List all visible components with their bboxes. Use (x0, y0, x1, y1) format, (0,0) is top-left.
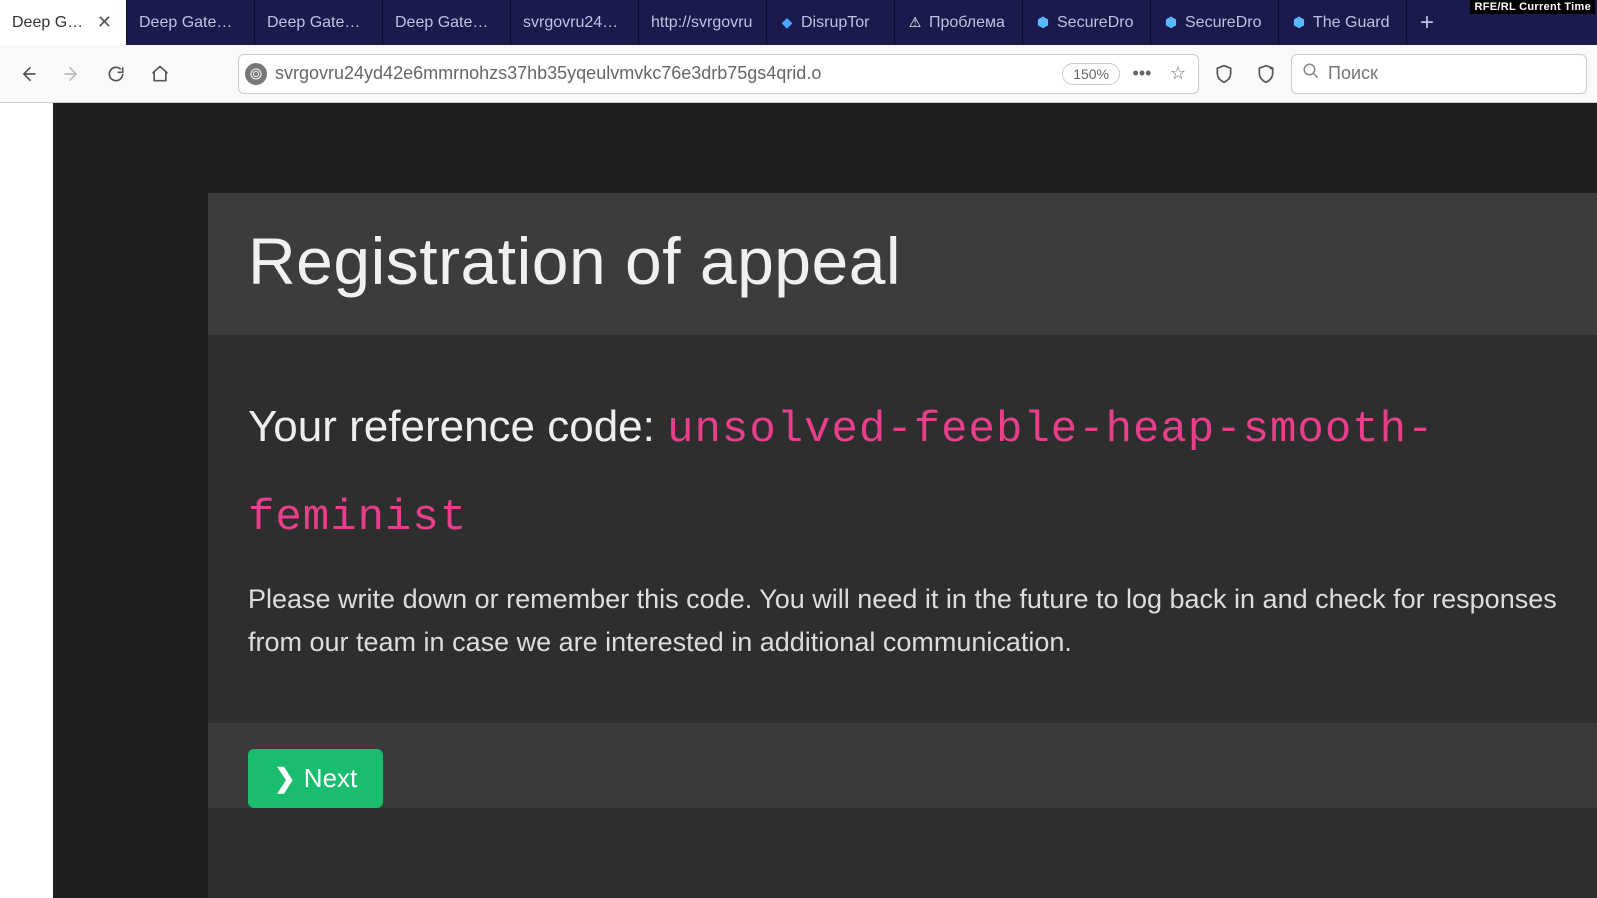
chevron-right-icon: ❯ (274, 763, 296, 794)
registration-card: Registration of appeal Your reference co… (208, 193, 1597, 898)
search-box[interactable] (1291, 54, 1587, 94)
security-level-button[interactable] (1249, 57, 1283, 91)
tab-label: http://svrgovru (651, 14, 754, 32)
bookmark-button[interactable]: ☆ (1164, 60, 1192, 88)
home-icon (150, 64, 170, 84)
tab-disruptor[interactable]: ◆ DisrupTor (767, 0, 895, 45)
close-icon[interactable]: ✕ (95, 12, 114, 33)
forward-button[interactable] (54, 56, 90, 92)
tab-svrgovru[interactable]: svrgovru24yd4 (511, 0, 639, 45)
address-bar[interactable]: svrgovru24yd42e6mmrnohzs37hb35yqeulvmvkc… (238, 54, 1199, 94)
tab-deep-gateway-active[interactable]: Deep Gate ✕ (0, 0, 127, 45)
url-text: svrgovru24yd42e6mmrnohzs37hb35yqeulvmvkc… (275, 63, 1054, 84)
tab-deep-gateway[interactable]: Deep Gateway (383, 0, 511, 45)
reference-line: Your reference code: unsolved-feeble-hea… (248, 385, 1557, 560)
badge-icon: ◆ (779, 15, 795, 31)
tab-label: Проблема (929, 14, 1010, 32)
tab-deep-gateway[interactable]: Deep Gateway (255, 0, 383, 45)
shield-icon (1214, 64, 1234, 84)
card-header: Registration of appeal (208, 193, 1597, 335)
warning-icon: ⚠ (907, 15, 923, 31)
home-button[interactable] (142, 56, 178, 92)
tab-problem[interactable]: ⚠ Проблема (895, 0, 1023, 45)
tracking-protection-button[interactable] (1207, 57, 1241, 91)
onion-icon (250, 68, 262, 80)
zoom-badge[interactable]: 150% (1062, 63, 1120, 85)
tab-label: svrgovru24yd4 (523, 14, 626, 32)
star-icon: ☆ (1170, 63, 1186, 84)
tab-guardian[interactable]: ⬢ The Guard (1279, 0, 1407, 45)
watermark-label: RFE/RL Current Time (1470, 0, 1595, 14)
tab-securedrop[interactable]: ⬢ SecureDro (1151, 0, 1279, 45)
search-input[interactable] (1328, 63, 1576, 84)
onion-identity-icon[interactable] (245, 63, 267, 85)
cube-icon: ⬢ (1291, 15, 1307, 31)
tab-securedrop[interactable]: ⬢ SecureDro (1023, 0, 1151, 45)
instructions-text: Please write down or remember this code.… (248, 578, 1557, 664)
cube-icon: ⬢ (1035, 15, 1051, 31)
page-actions-button[interactable]: ••• (1128, 60, 1156, 88)
tab-label: Deep Gateway (267, 14, 370, 32)
back-button[interactable] (10, 56, 46, 92)
next-button-label: Next (304, 763, 357, 794)
reload-button[interactable] (98, 56, 134, 92)
tab-label: DisrupTor (801, 14, 882, 32)
reload-icon (106, 64, 126, 84)
arrow-right-icon (62, 64, 82, 84)
plus-icon: + (1420, 9, 1434, 37)
page-background: Registration of appeal Your reference co… (53, 103, 1597, 898)
tab-label: Deep Gateway (139, 14, 242, 32)
next-button[interactable]: ❯ Next (248, 749, 383, 808)
new-tab-button[interactable]: + (1407, 0, 1447, 45)
tab-label: SecureDro (1185, 14, 1266, 32)
page-title: Registration of appeal (248, 223, 1557, 299)
tab-deep-gateway[interactable]: Deep Gateway (127, 0, 255, 45)
sparkle-shield-icon (1256, 64, 1276, 84)
tab-label: Deep Gate (12, 14, 89, 32)
tab-strip: Deep Gate ✕ Deep Gateway Deep Gateway De… (0, 0, 1597, 45)
tab-label: SecureDro (1057, 14, 1138, 32)
cube-icon: ⬢ (1163, 15, 1179, 31)
tab-http-svrgovru[interactable]: http://svrgovru (639, 0, 767, 45)
tab-label: Deep Gateway (395, 14, 498, 32)
arrow-left-icon (18, 64, 38, 84)
ellipsis-icon: ••• (1133, 63, 1152, 84)
tab-label: The Guard (1313, 14, 1394, 32)
reference-label: Your reference code: (248, 402, 667, 451)
search-icon (1302, 62, 1320, 85)
card-footer: ❯ Next (208, 723, 1597, 808)
browser-viewport: Registration of appeal Your reference co… (0, 103, 1597, 898)
card-body: Your reference code: unsolved-feeble-hea… (208, 335, 1597, 695)
browser-toolbar: svrgovru24yd42e6mmrnohzs37hb35yqeulvmvkc… (0, 45, 1597, 103)
